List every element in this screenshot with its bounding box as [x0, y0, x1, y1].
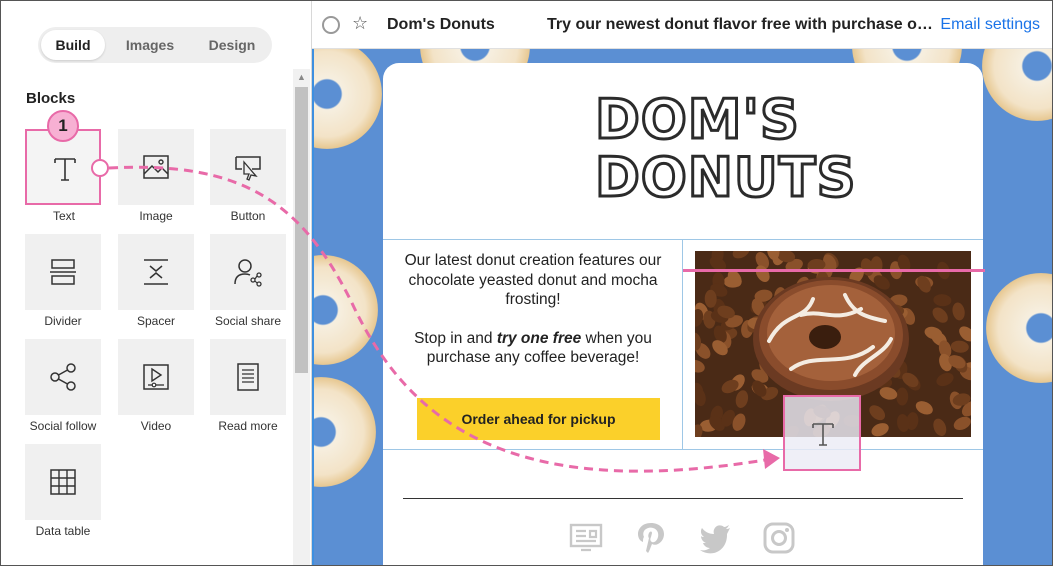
block-image[interactable]	[118, 129, 194, 205]
social-follow-icon	[50, 363, 76, 391]
email-card: DOM'S DONUTS Our latest donut creation f…	[383, 63, 985, 565]
block-label-social-share: Social share	[214, 314, 282, 328]
emphasis-text: try one free	[496, 329, 582, 347]
star-icon[interactable]: ☆	[352, 13, 368, 34]
blocks-panel: Build Images Design Blocks Text Image Bu…	[1, 1, 312, 565]
background-donut-image	[314, 49, 382, 149]
logo-line-1: DOM'S	[594, 88, 801, 151]
block-spacer[interactable]	[118, 234, 194, 310]
background-donut-image	[314, 255, 378, 365]
text-block-drag-ghost[interactable]	[783, 395, 861, 471]
panel-tabs: Build Images Design	[38, 27, 272, 63]
block-label-text: Text	[52, 209, 75, 223]
block-social-follow[interactable]	[25, 339, 101, 415]
data-table-icon	[50, 469, 76, 495]
divider-icon	[50, 259, 76, 285]
twitter-icon[interactable]	[698, 521, 732, 555]
read-more-icon	[237, 363, 259, 391]
text-icon	[812, 423, 834, 446]
block-read-more[interactable]	[210, 339, 286, 415]
background-donut-image	[982, 49, 1052, 121]
website-icon[interactable]	[569, 521, 603, 555]
block-label-data-table: Data table	[35, 524, 91, 538]
background-donut-image	[314, 377, 376, 487]
email-settings-link[interactable]: Email settings	[940, 16, 1040, 34]
block-data-table[interactable]	[25, 444, 101, 520]
body-copy: Our latest donut creation features our c…	[397, 251, 669, 368]
drop-indicator-line	[683, 269, 985, 272]
email-subject: Try our newest donut flavor free with pu…	[547, 16, 937, 33]
block-label-divider: Divider	[44, 314, 82, 328]
button-cursor-icon	[235, 156, 261, 181]
order-ahead-button[interactable]: Order ahead for pickup	[417, 398, 660, 440]
blocks-heading: Blocks	[26, 90, 76, 107]
logo-line-2: DONUTS	[594, 146, 858, 209]
pinterest-icon[interactable]	[634, 521, 668, 555]
tab-design[interactable]: Design	[196, 30, 268, 60]
block-label-spacer: Spacer	[136, 314, 176, 328]
block-label-button: Button	[230, 209, 266, 223]
block-button[interactable]	[210, 129, 286, 205]
donuts-logo: DOM'S DONUTS	[594, 88, 858, 209]
block-video[interactable]	[118, 339, 194, 415]
panel-scrollbar-thumb[interactable]	[295, 87, 308, 373]
email-preview-header: ☆ Dom's Donuts Try our newest donut flav…	[312, 1, 1052, 49]
block-social-share[interactable]	[210, 234, 286, 310]
instagram-icon[interactable]	[762, 521, 796, 555]
block-label-social-follow: Social follow	[29, 419, 97, 433]
drag-start-handle	[91, 159, 109, 177]
app-window: Build Images Design Blocks Text Image Bu…	[0, 0, 1053, 566]
text-column[interactable]: Our latest donut creation features our c…	[383, 240, 683, 449]
body-paragraph-1: Our latest donut creation features our c…	[404, 252, 662, 308]
step-badge: 1	[47, 110, 79, 142]
body-paragraph-2: Stop in and try one free when you purcha…	[414, 329, 652, 367]
tab-build[interactable]: Build	[41, 30, 105, 60]
video-icon	[143, 364, 169, 390]
block-label-video: Video	[140, 419, 172, 433]
email-divider	[403, 498, 963, 499]
block-divider[interactable]	[25, 234, 101, 310]
sender-name: Dom's Donuts	[387, 16, 495, 33]
block-label-image: Image	[139, 209, 173, 223]
spacer-icon	[144, 259, 168, 285]
email-canvas: DOM'S DONUTS Our latest donut creation f…	[312, 49, 1052, 565]
select-checkbox[interactable]	[322, 16, 340, 34]
image-icon	[143, 155, 169, 179]
social-share-icon	[234, 259, 262, 287]
tab-images[interactable]: Images	[116, 30, 184, 60]
scroll-up-arrow-icon[interactable]: ▲	[293, 69, 310, 85]
background-donut-image	[986, 273, 1052, 383]
text-icon	[54, 158, 76, 181]
block-label-read-more: Read more	[218, 419, 278, 433]
